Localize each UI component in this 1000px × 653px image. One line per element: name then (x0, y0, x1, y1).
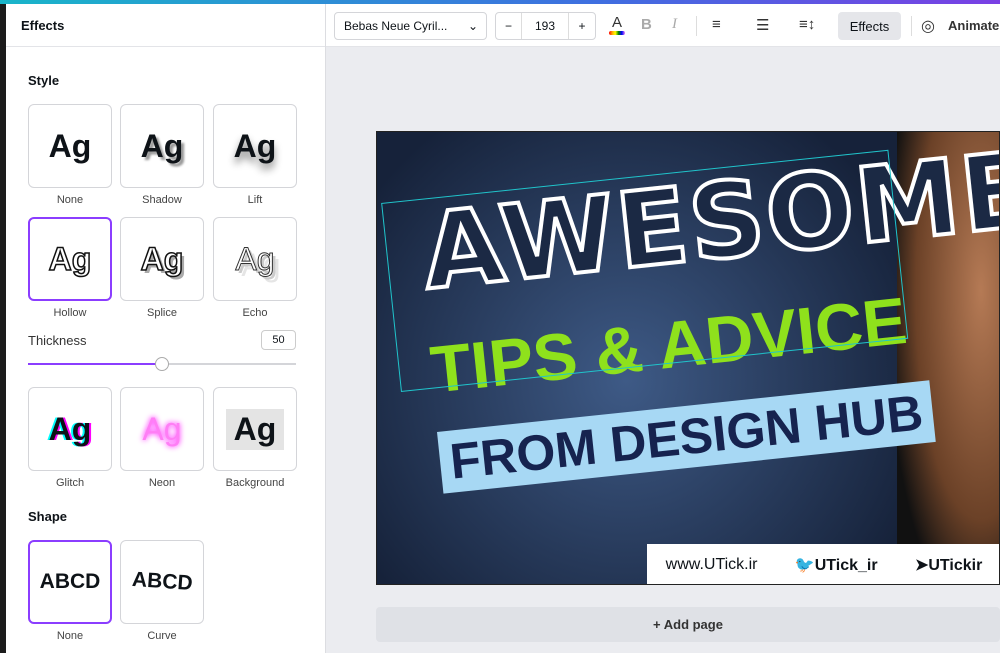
style-label: Hollow (53, 307, 87, 319)
style-sample: Ag (48, 410, 92, 447)
style-neon[interactable]: Ag (120, 387, 204, 471)
style-sample: Ag (48, 127, 92, 164)
shape-none[interactable]: ABCD (28, 540, 112, 624)
spacing-icon[interactable]: ≡↕ (799, 16, 815, 33)
style-label: Neon (148, 477, 176, 489)
animate-button[interactable]: Animate (948, 18, 999, 33)
align-left-icon[interactable]: ≡ (712, 16, 721, 33)
style-label: Lift (247, 194, 263, 206)
website-text: www.UTick.ir (665, 556, 758, 573)
shape-label: Curve (147, 630, 177, 642)
style-label: Echo (242, 307, 268, 319)
font-name: Bebas Neue Cyril... (344, 19, 448, 33)
font-dropdown[interactable]: Bebas Neue Cyril... ⌄ (334, 12, 487, 40)
style-sample: Ag (140, 240, 184, 278)
style-sample: Ag (48, 240, 92, 278)
twitter-handle: 🐦UTick_ir (795, 555, 878, 575)
font-size-input[interactable]: 193 (522, 19, 568, 33)
text-color-button[interactable]: A (609, 14, 625, 35)
style-glitch[interactable]: Ag (28, 387, 112, 471)
divider (696, 16, 697, 36)
text-toolbar: Bebas Neue Cyril... ⌄ − 193 + A B I ≡ ☰ ≡… (326, 4, 1000, 47)
twitter-icon: 🐦 (794, 557, 815, 574)
telegram-handle: ➤UTickir (915, 555, 982, 575)
style-label: None (56, 194, 84, 206)
style-label: Background (225, 477, 285, 489)
shape-sample: ABCD (130, 567, 194, 596)
italic-button[interactable]: I (672, 16, 677, 33)
style-label: Splice (147, 307, 177, 319)
animate-icon: ◎ (921, 18, 935, 35)
style-sample: Ag (140, 127, 184, 164)
color-rainbow-bar (609, 31, 625, 35)
telegram-text: UTickir (928, 557, 983, 574)
style-none[interactable]: Ag (28, 104, 112, 188)
style-lift[interactable]: Ag (213, 104, 297, 188)
increase-size-button[interactable]: + (568, 13, 595, 39)
style-heading: Style (28, 73, 60, 88)
thickness-slider[interactable] (28, 357, 296, 371)
font-size-stepper: − 193 + (495, 12, 596, 40)
decrease-size-button[interactable]: − (496, 13, 522, 39)
style-label: Shadow (142, 194, 182, 206)
style-sample: Ag (233, 127, 277, 164)
shape-curve[interactable]: ABCD (120, 540, 204, 624)
slider-handle[interactable] (155, 357, 169, 371)
bold-button[interactable]: B (641, 16, 652, 33)
add-page-button[interactable]: + Add page (376, 607, 1000, 642)
style-echo[interactable]: Ag (213, 217, 297, 301)
style-splice[interactable]: Ag (120, 217, 204, 301)
telegram-icon: ➤ (914, 557, 929, 574)
design-canvas[interactable]: AWESOME TIPS & ADVICE FROM DESIGN HUB ww… (376, 131, 1000, 585)
panel-title: Effects (6, 4, 325, 47)
social-footer: www.UTick.ir 🐦UTick_ir ➤UTickir (647, 544, 999, 584)
style-sample: Ag (235, 240, 275, 277)
chevron-down-icon: ⌄ (467, 19, 478, 33)
style-background[interactable]: Ag (213, 387, 297, 471)
effects-panel: Effects Style Ag None Ag Shadow Ag Lift … (6, 4, 326, 653)
thickness-label: Thickness (28, 333, 87, 348)
style-sample: Ag (225, 408, 285, 450)
list-icon[interactable]: ☰ (756, 16, 769, 34)
thickness-value-input[interactable]: 50 (261, 330, 296, 350)
twitter-text: UTick_ir (814, 557, 878, 574)
divider (911, 16, 912, 36)
shape-label: None (56, 630, 84, 642)
style-hollow[interactable]: Ag (28, 217, 112, 301)
shape-heading: Shape (28, 509, 68, 524)
style-shadow[interactable]: Ag (120, 104, 204, 188)
slider-fill (28, 363, 162, 365)
text-color-icon: A (611, 14, 622, 31)
effects-button[interactable]: Effects (838, 12, 901, 40)
style-label: Glitch (55, 477, 85, 489)
style-sample: Ag (142, 410, 182, 447)
shape-sample: ABCD (39, 570, 101, 593)
